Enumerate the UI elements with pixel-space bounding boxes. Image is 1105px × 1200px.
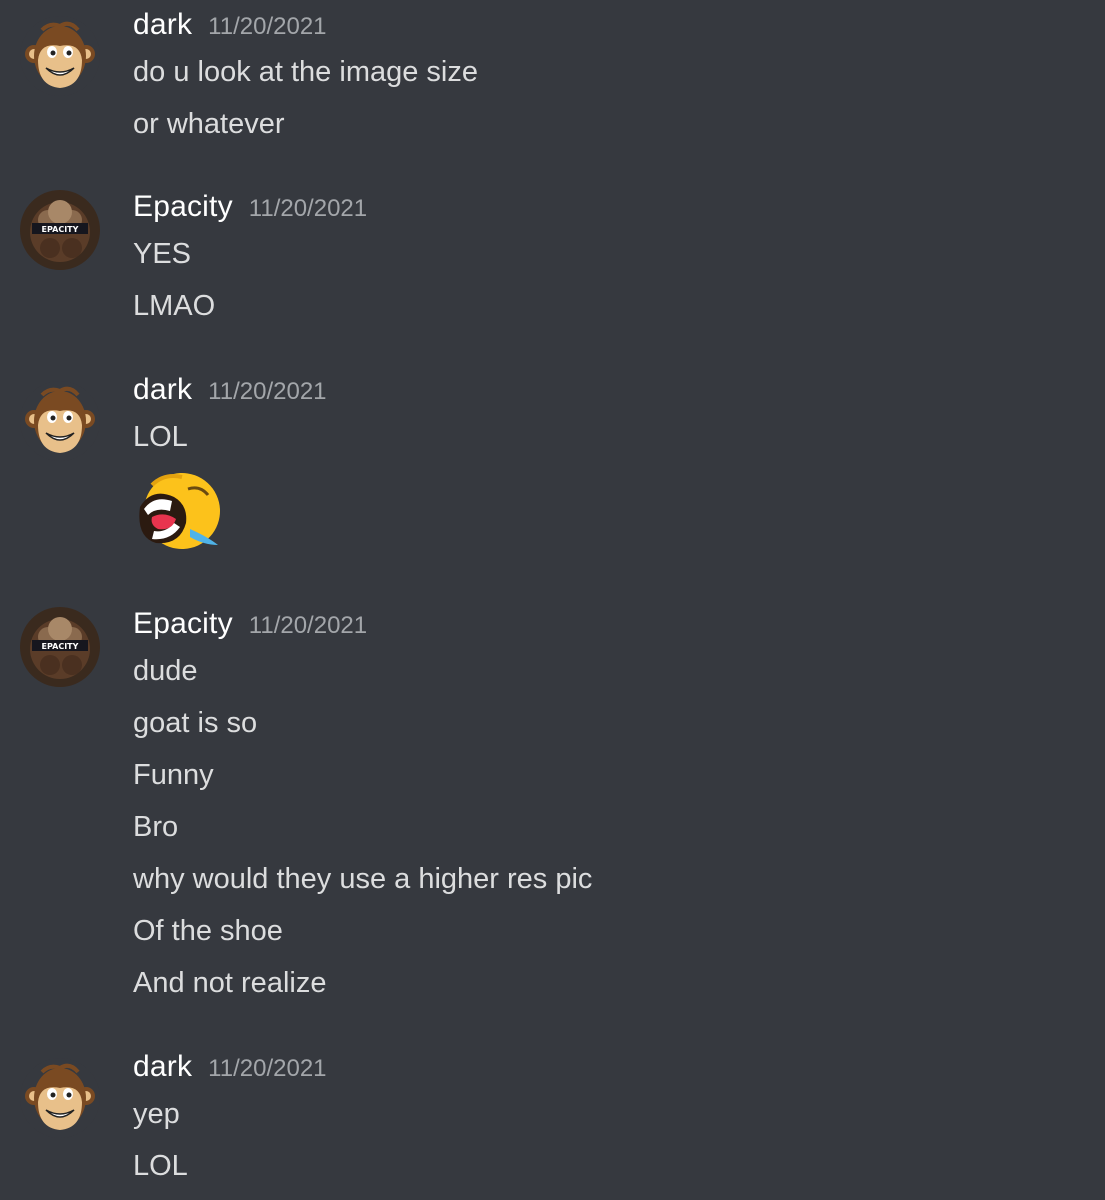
message-header: dark 11/20/2021: [133, 8, 327, 48]
message-text: why would they use a higher res pic: [133, 863, 593, 895]
timestamp[interactable]: 11/20/2021: [249, 612, 367, 640]
laughing-emoji-icon: [130, 467, 226, 559]
curious-george-avatar-icon[interactable]: [20, 16, 100, 96]
message-header: dark 11/20/2021: [133, 373, 327, 413]
username[interactable]: Epacity: [133, 607, 233, 641]
message-text: Bro: [133, 811, 179, 843]
message-text: LMAO: [133, 290, 216, 322]
timestamp[interactable]: 11/20/2021: [208, 13, 326, 41]
message-text: goat is so: [133, 707, 258, 739]
timestamp[interactable]: 11/20/2021: [208, 378, 326, 406]
message-text: LOL: [133, 1150, 188, 1182]
curious-george-avatar-icon[interactable]: [20, 1058, 100, 1138]
message-group: dark 11/20/2021 do u look at the image s…: [0, 8, 1105, 148]
message-text: And not realize: [133, 967, 327, 999]
curious-george-avatar-icon[interactable]: [20, 381, 100, 461]
timestamp[interactable]: 11/20/2021: [208, 1055, 326, 1083]
username[interactable]: dark: [133, 1050, 192, 1084]
message-header: Epacity 11/20/2021: [133, 190, 367, 230]
message-text: yep: [133, 1098, 180, 1130]
message-group: EPACITY Epacity 11/20/2021 dude goat is …: [0, 607, 1105, 1007]
message-text: do u look at the image size: [133, 56, 478, 88]
epacity-avatar-icon[interactable]: EPACITY: [20, 190, 100, 270]
message-group: EPACITY Epacity 11/20/2021 YES LMAO: [0, 190, 1105, 330]
message-text: LOL: [133, 421, 188, 453]
message-group: dark 11/20/2021 yep LOL: [0, 1050, 1105, 1195]
message-text: or whatever: [133, 108, 285, 140]
avatar-label: EPACITY: [42, 642, 79, 651]
message-header: dark 11/20/2021: [133, 1050, 327, 1090]
message-text: dude: [133, 655, 198, 687]
message-group: dark 11/20/2021 LOL: [0, 373, 1105, 563]
username[interactable]: dark: [133, 8, 192, 42]
chat-messages: dark 11/20/2021 do u look at the image s…: [0, 0, 1105, 1200]
message-text: YES: [133, 238, 192, 270]
username[interactable]: Epacity: [133, 190, 233, 224]
avatar-label: EPACITY: [42, 225, 79, 234]
message-text: Funny: [133, 759, 214, 791]
message-header: Epacity 11/20/2021: [133, 607, 367, 647]
epacity-avatar-icon[interactable]: EPACITY: [20, 607, 100, 687]
message-text: Of the shoe: [133, 915, 283, 947]
username[interactable]: dark: [133, 373, 192, 407]
timestamp[interactable]: 11/20/2021: [249, 195, 367, 223]
